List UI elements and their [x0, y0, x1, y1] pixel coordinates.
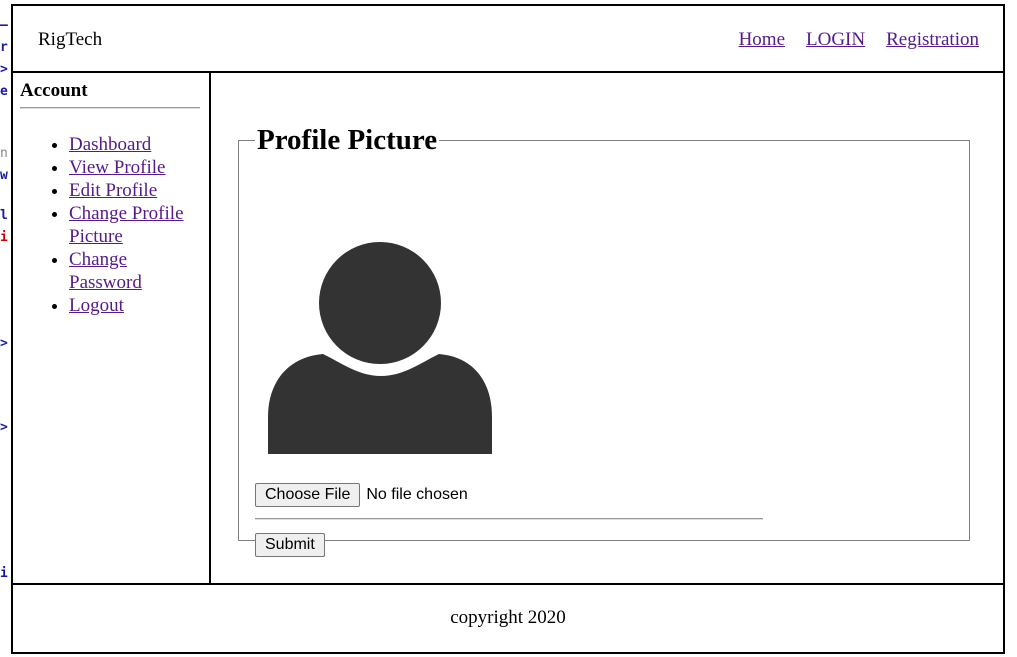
sidebar-link-edit-profile[interactable]: Edit Profile — [69, 180, 157, 201]
page-frame: RigTech Home LOGIN Registration Account Da… — [11, 4, 1005, 654]
file-status-text: No file chosen — [366, 486, 468, 503]
sidebar-link-view-profile[interactable]: View Profile — [69, 157, 165, 178]
file-input-row: Choose File No file chosen — [255, 483, 468, 507]
sidebar-item-change-profile-picture: Change Profile Picture — [69, 202, 199, 248]
footer: copyright 2020 — [13, 583, 1003, 654]
sidebar-item-change-password: Change Password — [69, 248, 199, 294]
choose-file-button[interactable]: Choose File — [255, 483, 361, 507]
nav-link-login[interactable]: LOGIN — [806, 29, 865, 50]
nav-link-registration[interactable]: Registration — [886, 29, 979, 50]
sidebar: Account Dashboard View Profile Edit Prof… — [13, 73, 211, 583]
nav-link-home[interactable]: Home — [739, 29, 785, 50]
sidebar-link-change-password[interactable]: Change Password — [69, 249, 142, 293]
submit-button[interactable]: Submit — [255, 533, 325, 557]
top-nav: Home LOGIN Registration — [718, 29, 979, 51]
copyright-text: copyright 2020 — [450, 607, 566, 628]
sidebar-item-dashboard: Dashboard — [69, 133, 199, 156]
sidebar-link-change-profile-picture[interactable]: Change Profile Picture — [69, 203, 184, 247]
sidebar-item-edit-profile: Edit Profile — [69, 179, 199, 202]
profile-picture-fieldset: Profile Picture Choose File No file chose… — [238, 124, 970, 557]
background-window-edge: – r > e n w l i > > i — [0, 0, 11, 657]
brand-title: RigTech — [38, 29, 103, 50]
submit-row: Submit — [255, 533, 325, 557]
form-divider — [255, 518, 763, 520]
sidebar-item-logout: Logout — [69, 294, 199, 317]
sidebar-divider — [20, 107, 200, 109]
sidebar-link-logout[interactable]: Logout — [69, 295, 124, 316]
header: RigTech Home LOGIN Registration — [13, 6, 1003, 73]
sidebar-link-dashboard[interactable]: Dashboard — [69, 134, 151, 155]
sidebar-item-view-profile: View Profile — [69, 156, 199, 179]
main-content: Profile Picture Choose File No file chose… — [211, 73, 1003, 583]
sidebar-menu: Dashboard View Profile Edit Profile Chan… — [29, 133, 199, 317]
user-silhouette-icon — [268, 242, 492, 454]
fieldset-legend: Profile Picture — [257, 124, 438, 156]
sidebar-title: Account — [20, 80, 88, 101]
